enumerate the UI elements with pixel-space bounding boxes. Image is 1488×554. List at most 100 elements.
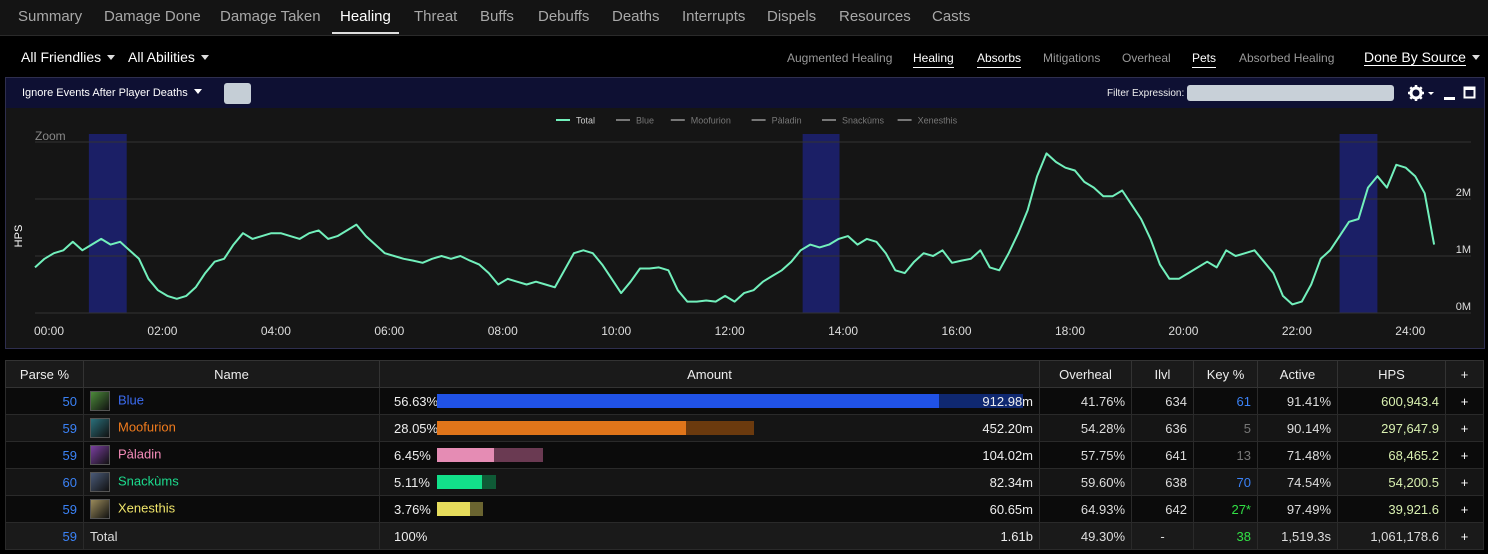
view-option-healing[interactable]: Healing: [913, 51, 954, 68]
amount-percent: 3.76%: [394, 502, 431, 517]
gear-icon[interactable]: [1408, 84, 1438, 102]
chevron-down-icon: [193, 89, 202, 94]
hps-cell: 39,921.6: [1337, 495, 1446, 523]
tab-buffs[interactable]: Buffs: [472, 0, 522, 34]
expand-button[interactable]: +: [1445, 387, 1484, 415]
events-dropdown[interactable]: Ignore Events After Player Deaths: [22, 87, 202, 99]
friendlies-label: All Friendlies: [21, 49, 102, 65]
table-row[interactable]: 60 Snackùms 5.11% 82.34m 59.60% 638 70 74.54% 54…: [5, 468, 1484, 496]
amount-value: 1.61b: [1000, 529, 1033, 544]
name-cell[interactable]: Xenesthis: [83, 495, 380, 523]
amount-cell: 3.76% 60.65m: [379, 495, 1040, 523]
tab-healing[interactable]: Healing: [332, 0, 399, 34]
legend-moofurion[interactable]: Moofurion: [691, 116, 731, 126]
expand-button[interactable]: +: [1445, 468, 1484, 496]
parse-cell: 59: [5, 495, 84, 523]
friendlies-dropdown[interactable]: All Friendlies: [21, 49, 116, 65]
tab-casts[interactable]: Casts: [924, 0, 978, 34]
view-option-pets[interactable]: Pets: [1192, 51, 1217, 68]
overheal-cell: 57.75%: [1039, 441, 1132, 469]
parse-cell: 50: [5, 387, 84, 415]
table-row[interactable]: 59 Moofurion 28.05% 452.20m 54.28% 636 5 90.14%…: [5, 414, 1484, 442]
legend-paladin[interactable]: Pàladin: [772, 116, 802, 126]
tab-summary[interactable]: Summary: [10, 0, 90, 34]
events-dropdown-label: Ignore Events After Player Deaths: [22, 87, 188, 99]
healing-chart[interactable]: 0M 1M 2M 00:00 02:00 04:00 06:00 08:00 10:00 12:0…: [6, 108, 1484, 348]
tab-threat[interactable]: Threat: [406, 0, 465, 34]
graph-panel: Ignore Events After Player Deaths Filter…: [5, 77, 1485, 349]
total-row: 59 Total 100% 1.61b 49.30% -38 1,519.3s 1,061,1…: [5, 522, 1484, 550]
hps-cell: 68,465.2: [1337, 441, 1446, 469]
y-axis-label: HPS: [13, 225, 25, 248]
key-cell: 13: [1193, 441, 1258, 469]
col-header-active[interactable]: Active: [1257, 360, 1338, 388]
amount-cell: 28.05% 452.20m: [379, 414, 1040, 442]
tab-deaths[interactable]: Deaths: [604, 0, 668, 34]
parse-cell: 59: [5, 441, 84, 469]
col-header-key[interactable]: Key %: [1193, 360, 1258, 388]
col-header-hps[interactable]: HPS: [1337, 360, 1446, 388]
col-header-expand[interactable]: +: [1445, 360, 1484, 388]
player-name: Pàladin: [118, 446, 162, 462]
parse-cell: 60: [5, 468, 84, 496]
legend-total[interactable]: Total: [576, 116, 595, 126]
amount-bar: [437, 475, 483, 489]
view-option-overheal[interactable]: Overheal: [1122, 51, 1171, 65]
tab-debuffs[interactable]: Debuffs: [530, 0, 597, 34]
table-row[interactable]: 59 Xenesthis 3.76% 60.65m 64.93% 642 27* 97.49%…: [5, 495, 1484, 523]
name-cell[interactable]: Moofurion: [83, 414, 380, 442]
name-cell[interactable]: Blue: [83, 387, 380, 415]
tab-dispels[interactable]: Dispels: [759, 0, 824, 34]
hps-cell: 1,061,178.6: [1337, 522, 1446, 550]
x-tick-label: 06:00: [374, 324, 404, 338]
key-cell: 27*: [1193, 495, 1258, 523]
col-header-name[interactable]: Name: [83, 360, 380, 388]
overheal-cell: 59.60%: [1039, 468, 1132, 496]
col-header-amount[interactable]: Amount: [379, 360, 1040, 388]
overheal-cell: 41.76%: [1039, 387, 1132, 415]
amount-percent: 28.05%: [394, 421, 439, 436]
view-option-absorbed-healing[interactable]: Absorbed Healing: [1239, 51, 1334, 65]
name-cell[interactable]: Snackùms: [83, 468, 380, 496]
toggle-button[interactable]: [224, 83, 251, 104]
legend-blue[interactable]: Blue: [636, 116, 654, 126]
expand-button[interactable]: +: [1445, 522, 1484, 550]
amount-cell: 6.45% 104.02m: [379, 441, 1040, 469]
table-row[interactable]: 50 Blue 56.63% 912.98m 41.76% 634 61 91.41% 600,…: [5, 387, 1484, 415]
view-option-mitigations[interactable]: Mitigations: [1043, 51, 1100, 65]
col-header-overheal[interactable]: Overheal: [1039, 360, 1132, 388]
tab-damage-taken[interactable]: Damage Taken: [212, 0, 329, 34]
source-label: Done By Source: [1364, 49, 1466, 66]
amount-bar: [437, 421, 686, 435]
x-tick-label: 00:00: [34, 324, 64, 338]
col-header-ilvl[interactable]: Ilvl: [1131, 360, 1194, 388]
legend-xenesthis[interactable]: Xenesthis: [918, 116, 958, 126]
view-option-augmented-healing[interactable]: Augmented Healing: [787, 51, 892, 65]
ilvl-cell: 641: [1131, 441, 1194, 469]
source-dropdown[interactable]: Done By Source: [1364, 49, 1480, 66]
col-header-parse[interactable]: Parse %: [5, 360, 84, 388]
tab-damage-done[interactable]: Damage Done: [96, 0, 209, 34]
view-option-absorbs[interactable]: Absorbs: [977, 51, 1022, 68]
expand-button[interactable]: +: [1445, 414, 1484, 442]
filter-expression-input[interactable]: [1187, 85, 1394, 101]
tab-interrupts[interactable]: Interrupts: [674, 0, 753, 34]
expand-button[interactable]: +: [1445, 495, 1484, 523]
highlight-band: [1339, 134, 1378, 313]
abilities-dropdown[interactable]: All Abilities: [128, 49, 209, 65]
maximize-icon[interactable]: [1463, 84, 1477, 102]
monk-mistweaver-icon: [90, 391, 110, 411]
hps-cell: 297,647.9: [1337, 414, 1446, 442]
player-name: Moofurion: [118, 419, 176, 435]
shaman-restoration-icon: [90, 472, 110, 492]
name-cell[interactable]: Pàladin: [83, 441, 380, 469]
druid-restoration-icon: [90, 418, 110, 438]
table-row[interactable]: 59 Pàladin 6.45% 104.02m 57.75% 641 13 71.48% 68…: [5, 441, 1484, 469]
expand-button[interactable]: +: [1445, 441, 1484, 469]
parse-cell: 59: [5, 414, 84, 442]
hps-cell: 54,200.5: [1337, 468, 1446, 496]
legend-snackums[interactable]: Snackùms: [842, 116, 885, 126]
tab-resources[interactable]: Resources: [831, 0, 919, 34]
minimize-icon[interactable]: [1443, 84, 1457, 102]
amount-percent: 5.11%: [394, 475, 430, 490]
